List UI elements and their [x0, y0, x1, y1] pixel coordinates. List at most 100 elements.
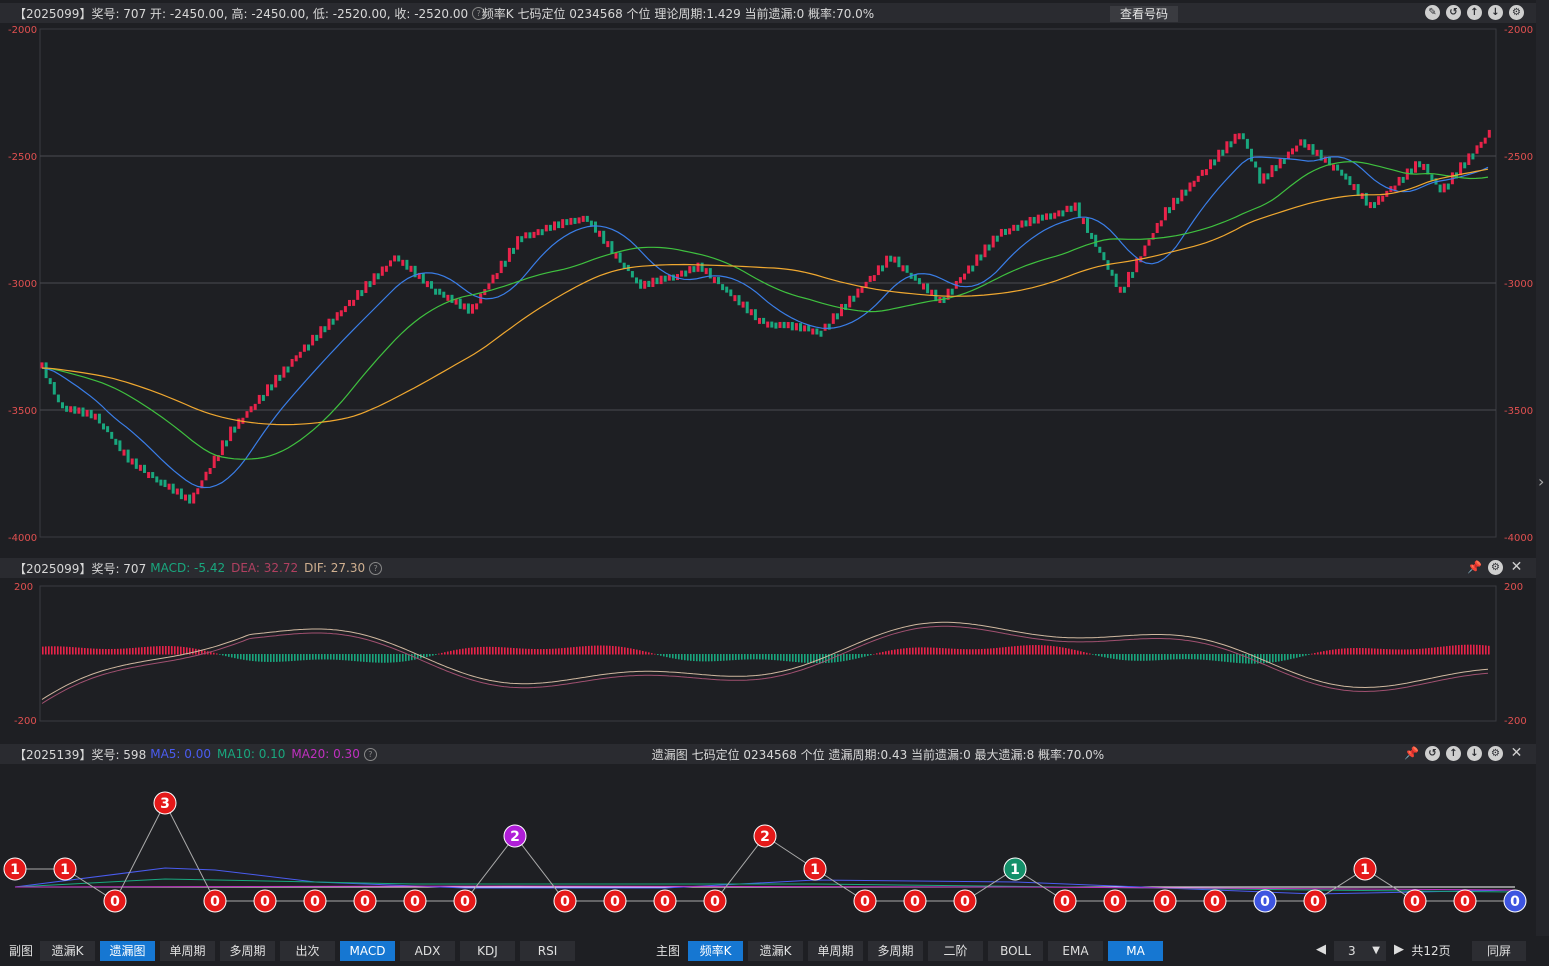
miss-point[interactable]: 0 [903, 889, 927, 913]
miss-point[interactable]: 0 [453, 889, 477, 913]
macd-axis-bottom: -200 [14, 716, 37, 727]
close-icon[interactable]: ✕ [1509, 560, 1524, 575]
page-number: 3 [1348, 944, 1356, 958]
miss-point[interactable]: 0 [653, 889, 677, 913]
svg-text:0: 0 [710, 894, 720, 910]
toolbar-button-1[interactable]: 遗漏图 [100, 941, 155, 961]
toolbar-button-1[interactable]: 遗漏K [748, 941, 803, 961]
settings-icon[interactable]: ⚙ [1488, 746, 1503, 761]
dea-value: DEA: 32.72 [231, 561, 299, 575]
svg-text:1: 1 [810, 862, 820, 878]
svg-text:1: 1 [1360, 862, 1370, 878]
miss-point[interactable]: 0 [103, 889, 127, 913]
miss-point[interactable]: 1 [1353, 857, 1377, 881]
arrow-up-icon[interactable]: ↑ [1467, 5, 1482, 20]
toolbar-button-5[interactable]: MACD [340, 941, 395, 961]
miss-point[interactable]: 0 [253, 889, 277, 913]
toolbar-button-2[interactable]: 单周期 [808, 941, 863, 961]
miss-point[interactable]: 2 [753, 824, 777, 848]
miss-point[interactable]: 0 [1103, 889, 1127, 913]
look-number-button[interactable]: 查看号码 [1110, 6, 1179, 22]
arrow-up-icon[interactable]: ↑ [1446, 746, 1461, 761]
svg-text:0: 0 [410, 894, 420, 910]
toolbar-button-0[interactable]: 遗漏K [40, 941, 95, 961]
help-icon[interactable]: ? [363, 747, 377, 761]
miss-point[interactable]: 0 [1403, 889, 1427, 913]
macd-header: 【2025099】奖号: 707 MACD: -5.42 DEA: 32.72 … [0, 558, 1536, 578]
svg-text:0: 0 [660, 894, 670, 910]
svg-text:0: 0 [910, 894, 920, 910]
toolbar-button-3[interactable]: 多周期 [868, 941, 923, 961]
toolbar-button-2[interactable]: 单周期 [160, 941, 215, 961]
miss-point[interactable]: 0 [1453, 889, 1477, 913]
miss-point[interactable]: 1 [53, 857, 77, 881]
ma10-value: MA10: 0.10 [217, 747, 286, 761]
miss-point[interactable]: 0 [1053, 889, 1077, 913]
edit-icon[interactable]: ✎ [1425, 5, 1440, 20]
page-select[interactable]: 3 ▼ [1334, 941, 1386, 961]
macd-axis-top-right: 200 [1504, 582, 1523, 593]
close-icon[interactable]: ✕ [1509, 746, 1524, 761]
miss-point[interactable]: 1 [1003, 857, 1027, 881]
miss-point[interactable]: 1 [3, 857, 27, 881]
arrow-down-icon[interactable]: ↓ [1488, 5, 1503, 20]
toolbar-button-4[interactable]: 二阶 [928, 941, 983, 961]
pin-icon[interactable]: 📌 [1404, 746, 1419, 761]
miss-point[interactable]: 3 [153, 791, 177, 815]
candlestick-chart[interactable]: -2000 -2000 -2500 -2500 -3000 -3000 -3500 -3500… [0, 23, 1536, 555]
miss-point[interactable]: 0 [853, 889, 877, 913]
macd-header-prefix: 【2025099】奖号: 707 [14, 561, 147, 576]
macd-chart[interactable]: 200 -200 200 -200 [0, 578, 1536, 738]
svg-text:3: 3 [160, 796, 170, 812]
help-icon[interactable]: ? [369, 561, 383, 575]
toolbar-button-6[interactable]: EMA [1048, 941, 1103, 961]
bottom-toolbar: 副图 遗漏K 遗漏图 单周期 多周期 出次 MACD ADX KDJ RSI 主图 频率K 遗漏K… [0, 938, 1549, 966]
svg-text:0: 0 [310, 894, 320, 910]
miss-point[interactable]: 0 [553, 889, 577, 913]
toolbar-button-0[interactable]: 频率K [688, 941, 743, 961]
right-scrollbar[interactable]: › [1536, 0, 1549, 936]
arrow-down-icon[interactable]: ↓ [1467, 746, 1482, 761]
back-icon[interactable]: ↺ [1425, 746, 1440, 761]
macd-axis-bottom-right: -200 [1504, 716, 1527, 727]
toolbar-button-3[interactable]: 多周期 [220, 941, 275, 961]
miss-point[interactable]: 0 [1153, 889, 1177, 913]
toolbar-button-7[interactable]: MA [1108, 941, 1163, 961]
toolbar-button-8[interactable]: RSI [520, 941, 575, 961]
miss-point[interactable]: 1 [803, 857, 827, 881]
macd-axis-top: 200 [14, 582, 33, 593]
miss-point[interactable]: 0 [203, 889, 227, 913]
price-axis-label-right: -2000 [1504, 25, 1533, 36]
main-chart-header: 【2025099】奖号: 707 开: -2450.00, 高: -2450.0… [0, 3, 1536, 23]
miss-point[interactable]: 2 [503, 824, 527, 848]
miss-point[interactable]: 0 [953, 889, 977, 913]
expand-arrow-icon[interactable]: › [1538, 472, 1544, 491]
svg-text:0: 0 [860, 894, 870, 910]
next-page-icon[interactable]: ▶ [1394, 942, 1404, 957]
pin-icon[interactable]: 📌 [1467, 560, 1482, 575]
toolbar-button-7[interactable]: KDJ [460, 941, 515, 961]
settings-icon[interactable]: ⚙ [1488, 560, 1503, 575]
prev-page-icon[interactable]: ◀ [1316, 942, 1326, 957]
svg-text:2: 2 [760, 829, 770, 845]
miss-point[interactable]: 0 [353, 889, 377, 913]
svg-text:0: 0 [610, 894, 620, 910]
miss-point[interactable]: 0 [1303, 889, 1327, 913]
miss-point[interactable]: 0 [403, 889, 427, 913]
miss-point[interactable]: 0 [1503, 889, 1527, 913]
toolbar-button-5[interactable]: BOLL [988, 941, 1043, 961]
price-axis-label-right: -2500 [1504, 152, 1533, 163]
toolbar-button-6[interactable]: ADX [400, 941, 455, 961]
miss-point[interactable]: 0 [1253, 889, 1277, 913]
miss-point[interactable]: 0 [303, 889, 327, 913]
miss-point[interactable]: 0 [1203, 889, 1227, 913]
miss-point[interactable]: 0 [703, 889, 727, 913]
svg-text:2: 2 [510, 829, 520, 845]
settings-icon[interactable]: ⚙ [1509, 5, 1524, 20]
same-screen-button[interactable]: 同屏 [1472, 941, 1526, 961]
miss-chart[interactable]: 1 1 0 3 0 0 0 0 0 0 2 0 0 0 0 2 1 0 0 0 1 0 0 0 0 0 0 1 0 0 0 [0, 766, 1536, 936]
back-icon[interactable]: ↺ [1446, 5, 1461, 20]
miss-point[interactable]: 0 [603, 889, 627, 913]
toolbar-button-4[interactable]: 出次 [280, 941, 335, 961]
svg-text:0: 0 [1510, 894, 1520, 910]
